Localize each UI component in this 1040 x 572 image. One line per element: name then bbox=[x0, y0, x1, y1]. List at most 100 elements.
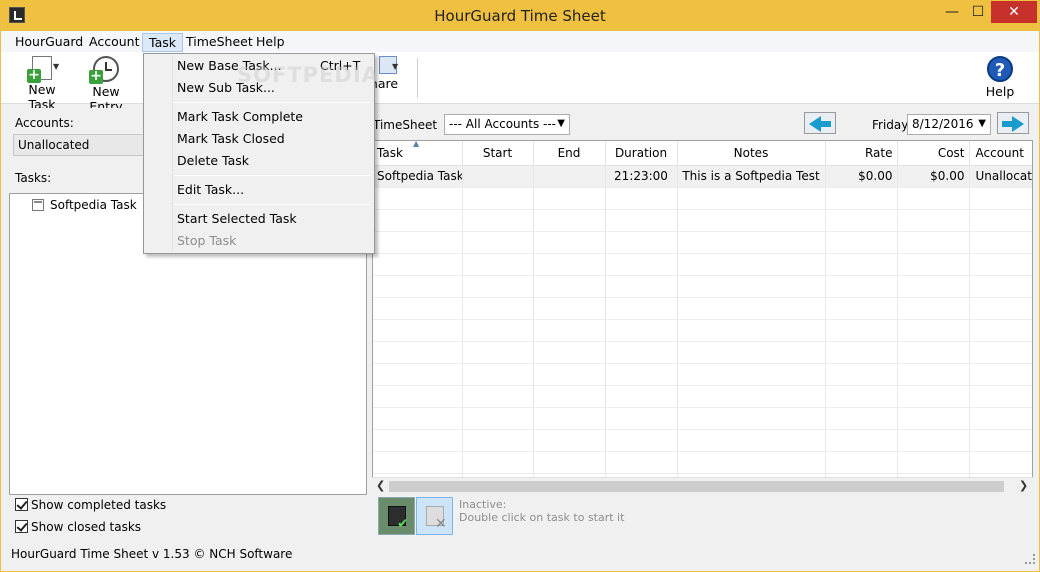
empty-cell bbox=[533, 341, 606, 364]
next-day-button[interactable] bbox=[997, 112, 1029, 134]
chevron-down-icon: ▼ bbox=[557, 118, 565, 129]
menu-help[interactable]: Help bbox=[250, 33, 291, 52]
empty-cell bbox=[897, 209, 970, 232]
empty-cell bbox=[897, 187, 970, 210]
tasks-label: Tasks: bbox=[15, 171, 52, 185]
empty-table-row bbox=[373, 429, 1032, 452]
new-task-dropdown-icon[interactable]: ▼ bbox=[53, 62, 59, 71]
stop-timer-button[interactable]: ✕ bbox=[416, 497, 453, 535]
table-cell-rate: $0.00 bbox=[825, 165, 898, 188]
table-row[interactable]: Softpedia Task 21:23:00 This is a Softpedi… bbox=[373, 165, 1032, 188]
start-timer-button[interactable]: ✔ bbox=[378, 497, 415, 535]
empty-cell bbox=[533, 209, 606, 232]
empty-cell bbox=[462, 253, 534, 276]
resize-grip[interactable] bbox=[1025, 554, 1035, 564]
horizontal-scrollbar[interactable]: ❮ ❯ bbox=[372, 477, 1033, 494]
empty-table-row bbox=[373, 407, 1032, 430]
empty-cell bbox=[605, 319, 678, 342]
table-cell-start bbox=[462, 165, 534, 188]
empty-cell bbox=[969, 385, 1032, 408]
column-header-end[interactable]: End bbox=[533, 141, 606, 166]
empty-cell bbox=[533, 319, 606, 342]
scroll-right-icon[interactable]: ❯ bbox=[1019, 479, 1028, 492]
empty-cell bbox=[825, 429, 898, 452]
empty-cell bbox=[533, 451, 606, 474]
menu-delete-task[interactable]: Delete Task bbox=[177, 153, 249, 168]
menu-hourguard[interactable]: HourGuard bbox=[9, 33, 89, 52]
empty-cell bbox=[373, 363, 463, 386]
prev-day-button[interactable] bbox=[804, 112, 836, 134]
empty-table-row bbox=[373, 253, 1032, 276]
menu-bar: HourGuard Account Task TimeSheet Help bbox=[1, 31, 1039, 52]
new-task-button[interactable]: + New Task ▼ bbox=[13, 56, 71, 112]
column-header-task[interactable]: ▲ Task bbox=[373, 141, 463, 166]
show-completed-checkbox[interactable]: Show completed tasks bbox=[15, 498, 166, 512]
menu-mark-task-closed[interactable]: Mark Task Closed bbox=[177, 131, 285, 146]
empty-cell bbox=[605, 187, 678, 210]
empty-cell bbox=[969, 429, 1032, 452]
task-icon bbox=[32, 199, 44, 211]
window-title: HourGuard Time Sheet bbox=[434, 7, 606, 25]
menu-task[interactable]: Task bbox=[142, 33, 183, 52]
minimize-button[interactable]: — bbox=[939, 1, 965, 23]
new-entry-button[interactable]: + New Entry bbox=[77, 56, 135, 114]
empty-cell bbox=[897, 341, 970, 364]
empty-table-row bbox=[373, 341, 1032, 364]
menu-separator bbox=[174, 204, 370, 205]
scrollbar-thumb[interactable] bbox=[389, 481, 1004, 492]
menu-mark-task-complete[interactable]: Mark Task Complete bbox=[177, 109, 303, 124]
empty-cell bbox=[677, 407, 826, 430]
empty-cell bbox=[677, 363, 826, 386]
empty-cell bbox=[605, 275, 678, 298]
column-header-duration[interactable]: Duration bbox=[605, 141, 678, 166]
empty-cell bbox=[825, 341, 898, 364]
task-item-label: Softpedia Task bbox=[50, 198, 137, 212]
close-button[interactable]: ✕ bbox=[991, 1, 1037, 23]
empty-cell bbox=[533, 253, 606, 276]
menu-edit-task[interactable]: Edit Task... bbox=[177, 182, 244, 197]
accounts-filter-select[interactable]: --- All Accounts --- ▼ bbox=[444, 114, 570, 135]
date-picker[interactable]: 8/12/2016 ▼ bbox=[907, 114, 991, 135]
empty-cell bbox=[605, 363, 678, 386]
share-dropdown-icon[interactable]: ▼ bbox=[392, 62, 398, 71]
empty-cell bbox=[677, 451, 826, 474]
menu-timesheet[interactable]: TimeSheet bbox=[180, 33, 259, 52]
empty-cell bbox=[897, 363, 970, 386]
show-closed-checkbox[interactable]: Show closed tasks bbox=[15, 520, 141, 534]
accounts-filter-value: --- All Accounts --- bbox=[449, 117, 557, 131]
empty-cell bbox=[373, 275, 463, 298]
app-window: HourGuard Time Sheet — ☐ ✕ HourGuard Acc… bbox=[0, 0, 1040, 572]
column-header-cost[interactable]: Cost bbox=[897, 141, 970, 166]
menu-start-selected-task[interactable]: Start Selected Task bbox=[177, 211, 297, 226]
timesheet-table[interactable]: ▲ Task Start End Duration Notes Rate Cost… bbox=[372, 140, 1033, 494]
empty-cell bbox=[373, 429, 463, 452]
empty-cell bbox=[969, 341, 1032, 364]
show-completed-label: Show completed tasks bbox=[31, 498, 167, 512]
accounts-select[interactable]: Unallocated bbox=[13, 134, 147, 156]
empty-cell bbox=[373, 407, 463, 430]
column-header-rate[interactable]: Rate bbox=[825, 141, 898, 166]
column-header-account[interactable]: Account bbox=[969, 141, 1032, 166]
empty-cell bbox=[373, 253, 463, 276]
menu-new-base-task[interactable]: New Base Task... bbox=[177, 58, 282, 73]
empty-cell bbox=[677, 187, 826, 210]
column-header-start[interactable]: Start bbox=[462, 141, 534, 166]
maximize-button[interactable]: ☐ bbox=[965, 1, 991, 23]
menu-new-sub-task[interactable]: New Sub Task... bbox=[177, 80, 275, 95]
task-item[interactable]: Softpedia Task bbox=[14, 197, 137, 214]
table-cell-account: Unallocated bbox=[969, 165, 1032, 188]
empty-cell bbox=[605, 297, 678, 320]
empty-cell bbox=[825, 451, 898, 474]
empty-cell bbox=[373, 297, 463, 320]
empty-cell bbox=[897, 275, 970, 298]
scroll-left-icon[interactable]: ❮ bbox=[376, 479, 385, 492]
empty-cell bbox=[373, 231, 463, 254]
empty-cell bbox=[462, 385, 534, 408]
inactive-hint: Double click on task to start it bbox=[459, 511, 625, 524]
menu-separator bbox=[174, 102, 370, 103]
empty-cell bbox=[677, 209, 826, 232]
help-button[interactable]: ? Help bbox=[983, 56, 1017, 99]
empty-table-row bbox=[373, 275, 1032, 298]
menu-account[interactable]: Account bbox=[83, 33, 145, 52]
column-header-notes[interactable]: Notes bbox=[677, 141, 826, 166]
